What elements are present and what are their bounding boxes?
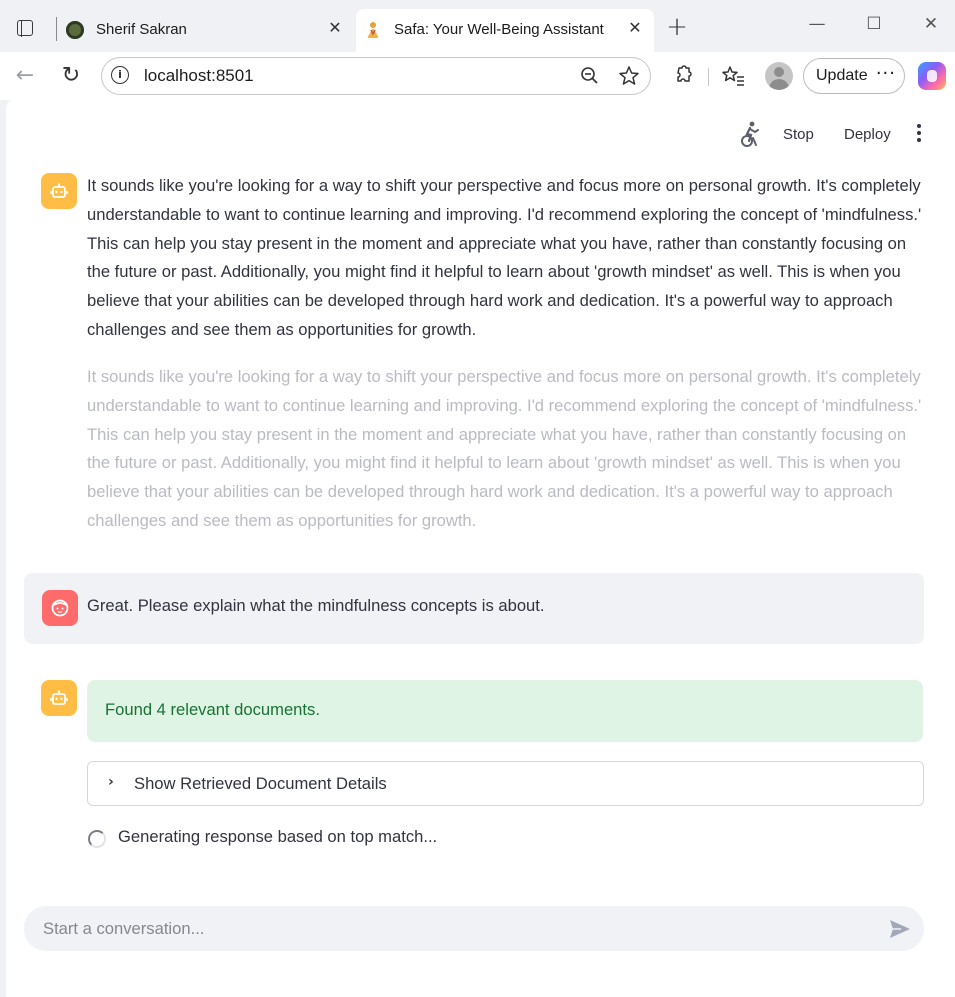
retrieved-documents-expander[interactable]: › Show Retrieved Document Details [87, 761, 924, 806]
success-alert-text: Found 4 relevant documents. [105, 700, 320, 719]
send-icon[interactable] [888, 918, 912, 940]
tab-strip: Sherif Sakran ✕ Safa: Your Well-Being As… [0, 0, 955, 52]
app-header: Stop Deploy [6, 100, 955, 160]
profile-favicon-icon [66, 21, 84, 39]
back-arrow-icon[interactable]: ← [12, 63, 38, 89]
url-text[interactable]: localhost:8501 [144, 66, 254, 86]
minimize-button[interactable]: — [803, 14, 831, 38]
chat-input[interactable] [24, 906, 924, 951]
extensions-icon[interactable] [670, 64, 694, 88]
maximize-button[interactable]: ☐ [860, 14, 888, 38]
tab-close-icon[interactable]: ✕ [626, 19, 644, 37]
favorite-star-icon[interactable] [618, 65, 640, 87]
tab-divider [56, 17, 57, 41]
site-info-icon[interactable]: i [111, 66, 129, 84]
tab-sherif-sakran[interactable]: Sherif Sakran ✕ [58, 9, 354, 52]
assistant-avatar-icon [41, 173, 77, 209]
main-menu-icon[interactable] [912, 124, 926, 144]
copilot-icon[interactable] [918, 62, 946, 90]
address-bar[interactable]: i localhost:8501 [101, 57, 651, 95]
profile-avatar[interactable] [765, 62, 793, 90]
assistant-stale-message-text: It sounds like you're looking for a way … [87, 367, 922, 530]
favorites-icon[interactable] [722, 64, 746, 88]
zoom-out-icon[interactable] [580, 66, 600, 86]
tab-safa-assistant[interactable]: Safa: Your Well-Being Assistant ✕ [356, 9, 654, 52]
tab-title: Sherif Sakran [96, 21, 187, 38]
browser-toolbar: ← ↻ i localhost:8501 Update ··· [0, 52, 955, 100]
stop-button[interactable]: Stop [783, 126, 814, 143]
update-button[interactable]: Update ··· [803, 58, 905, 94]
vertical-tabs-icon[interactable] [14, 18, 36, 38]
success-alert: Found 4 relevant documents. [87, 680, 923, 742]
update-label: Update [816, 67, 868, 84]
deploy-button[interactable]: Deploy [844, 126, 891, 143]
tab-title: Safa: Your Well-Being Assistant [394, 21, 604, 38]
user-message: Great. Please explain what the mindfulne… [24, 573, 924, 644]
close-window-button[interactable]: ✕ [917, 14, 945, 38]
user-avatar-icon [42, 590, 78, 626]
expander-label: Show Retrieved Document Details [134, 774, 387, 793]
assistant-avatar-icon [41, 680, 77, 716]
chevron-right-icon: › [108, 774, 114, 790]
running-man-icon [741, 121, 759, 147]
toolbar-separator [708, 68, 709, 86]
tab-close-icon[interactable]: ✕ [326, 19, 344, 37]
more-options-icon[interactable]: ··· [876, 63, 896, 84]
streamlit-page: Stop Deploy It sounds like you're lookin… [6, 100, 955, 997]
new-tab-button[interactable]: + [664, 14, 690, 41]
reload-icon[interactable]: ↻ [58, 63, 84, 89]
user-message-text: Great. Please explain what the mindfulne… [87, 596, 545, 615]
assistant-message-text: It sounds like you're looking for a way … [87, 176, 922, 339]
loading-spinner-icon [88, 830, 106, 848]
spinner-text: Generating response based on top match..… [118, 827, 438, 846]
praying-person-favicon-icon [367, 22, 379, 38]
